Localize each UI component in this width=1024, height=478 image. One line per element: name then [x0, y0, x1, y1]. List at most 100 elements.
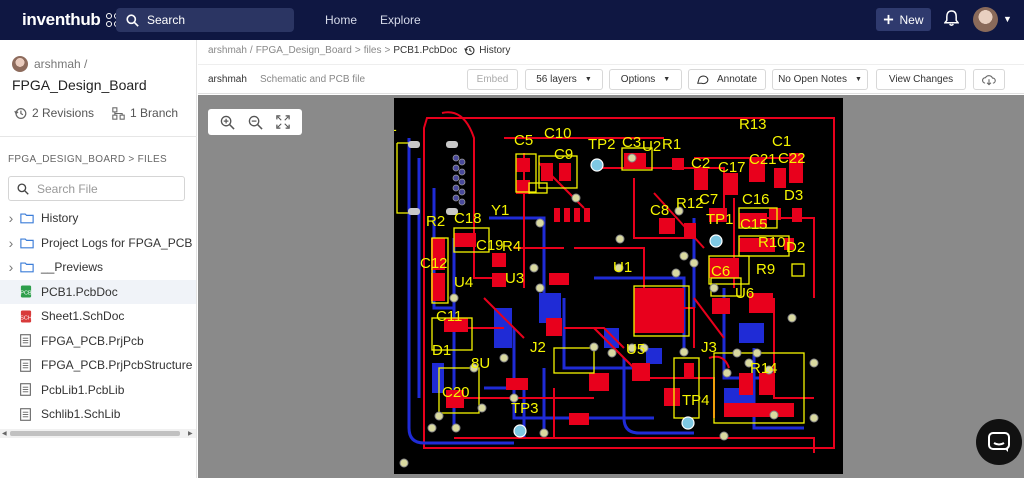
- file-tree-item-label: Project Logs for FPGA_PCB: [41, 235, 193, 250]
- pcb-designator-label: C22: [778, 150, 806, 167]
- files-breadcrumb: FPGA_DESIGN_BOARD > FILES: [8, 154, 167, 165]
- file-tree-item[interactable]: FPGA_PCB.PrjPcb: [0, 329, 196, 354]
- revisions-label: 2 Revisions: [32, 106, 95, 120]
- new-button[interactable]: New: [876, 8, 931, 31]
- branches-link[interactable]: 1 Branch: [112, 106, 178, 120]
- view-changes-button[interactable]: View Changes: [876, 69, 966, 90]
- pcb-designator-label: C16: [742, 191, 770, 208]
- breadcrumb-current-file: PCB1.PcbDoc: [393, 45, 458, 56]
- pcb-designator-label: C8: [650, 202, 669, 219]
- file-tree-item-label: FPGA_PCB.PrjPcbStructure: [41, 358, 193, 373]
- file-search-placeholder: Search File: [37, 181, 98, 196]
- pcb-viewer[interactable]: J1C5C10TP2C3U2R1R13C1C9C2C17C21C22D3C7C1…: [198, 95, 1024, 478]
- file-tree-item[interactable]: Schlib1.SchLib: [0, 402, 196, 427]
- file-tree-item[interactable]: › Project Logs for FPGA_PCB: [0, 231, 196, 256]
- pcb-via: [571, 193, 581, 203]
- document-icon: [20, 407, 34, 421]
- file-tree-item[interactable]: FPGA_PCB.PrjPcbStructure: [0, 353, 196, 378]
- pcb-designator-label: U6: [735, 285, 754, 302]
- pcb-designator-label: U5: [626, 341, 645, 358]
- support-chat-button[interactable]: [976, 419, 1022, 465]
- pcb-via: [539, 428, 549, 438]
- pcb-via: [689, 258, 699, 268]
- pcb-designator-label: C5: [514, 132, 533, 149]
- pcb-via: [477, 403, 487, 413]
- breadcrumb-repo[interactable]: FPGA_Design_Board: [256, 45, 352, 56]
- chevron-right-icon[interactable]: ›: [2, 210, 20, 226]
- pcb-designator-label: R2: [426, 213, 445, 230]
- pcb-via: [535, 218, 545, 228]
- annotate-button[interactable]: Annotate: [688, 69, 766, 90]
- file-description: Schematic and PCB file: [260, 74, 366, 85]
- file-tree-item-label: __Previews: [41, 260, 104, 275]
- pcb-designator-label: J3: [701, 339, 717, 356]
- repository-sidebar: arshmah / FPGA_Design_Board 2 Revisions …: [0, 40, 197, 478]
- file-tree-item-label: FPGA_PCB.PrjPcb: [41, 333, 144, 348]
- pcb-via: [535, 283, 545, 293]
- branches-label: 1 Branch: [130, 106, 179, 120]
- pcb-via: [427, 423, 437, 433]
- scroll-right-icon[interactable]: ▶: [188, 430, 193, 437]
- pcb-designator-label: R12: [676, 195, 704, 212]
- zoom-out-icon[interactable]: [248, 115, 263, 130]
- file-toolbar: arshmah Schematic and PCB file Embed 56 …: [198, 64, 1024, 94]
- pcb-layout-render[interactable]: J1C5C10TP2C3U2R1R13C1C9C2C17C21C22D3C7C1…: [394, 98, 843, 474]
- chevron-right-icon[interactable]: ›: [2, 235, 20, 251]
- breadcrumb: arshmah / FPGA_Design_Board > files > PCB1.…: [208, 45, 511, 56]
- pcb-designator-label: U4: [454, 274, 473, 291]
- pcb-via: [679, 251, 689, 261]
- pcb-designator-label: TP3: [511, 400, 539, 417]
- history-icon: [464, 45, 475, 56]
- breadcrumb-owner[interactable]: arshmah: [208, 45, 247, 56]
- search-icon: [17, 182, 29, 195]
- pcb-via: [679, 347, 689, 357]
- file-search-input[interactable]: Search File: [8, 176, 185, 201]
- pcb-designator-label: C6: [711, 263, 730, 280]
- file-history-link[interactable]: History: [464, 45, 510, 56]
- breadcrumb-files[interactable]: files: [364, 45, 382, 56]
- global-search-button[interactable]: Search: [116, 8, 294, 32]
- pcb-designator-label: C3: [622, 134, 641, 151]
- notes-dropdown[interactable]: No Open Notes ▼: [772, 69, 868, 90]
- folder-icon: [20, 212, 34, 224]
- pcb-designator-label: R9: [756, 261, 775, 278]
- pcb-designator-label: Y1: [491, 202, 509, 219]
- pcb-via: [722, 368, 732, 378]
- pcb-designator-label: U1: [613, 259, 632, 276]
- fit-to-screen-icon[interactable]: [275, 115, 290, 129]
- pcb-via: [627, 153, 637, 163]
- user-avatar[interactable]: [973, 7, 998, 32]
- scroll-left-icon[interactable]: ◀: [2, 430, 7, 437]
- file-tree-item[interactable]: › History: [0, 206, 196, 231]
- top-navigation-bar: inventhub Search Home Explore New ▼: [0, 0, 1024, 40]
- file-tree-item[interactable]: SCH Sheet1.SchDoc: [0, 304, 196, 329]
- sidebar-horizontal-scrollbar[interactable]: ◀ ▶: [0, 429, 196, 438]
- folder-icon: [20, 237, 34, 249]
- options-dropdown[interactable]: Options ▼: [609, 69, 682, 90]
- repo-title[interactable]: FPGA_Design_Board: [12, 77, 147, 93]
- embed-button[interactable]: Embed: [467, 69, 518, 90]
- file-tree-item[interactable]: PCB PCB1.PcbDoc: [0, 279, 196, 304]
- file-owner[interactable]: arshmah: [208, 74, 247, 85]
- file-tree-item[interactable]: PcbLib1.PcbLib: [0, 378, 196, 403]
- pcb-designator-label: C18: [454, 210, 482, 227]
- chat-icon: [988, 432, 1010, 452]
- file-tree-item[interactable]: › __Previews: [0, 255, 196, 280]
- scrollbar-thumb[interactable]: [10, 431, 180, 436]
- pcb-designator-label: C21: [749, 151, 777, 168]
- nav-explore-link[interactable]: Explore: [380, 13, 421, 27]
- repo-owner[interactable]: arshmah /: [12, 56, 87, 72]
- history-label: History: [479, 45, 511, 56]
- zoom-in-icon[interactable]: [220, 115, 235, 130]
- revisions-link[interactable]: 2 Revisions: [14, 106, 94, 120]
- notifications-bell-icon[interactable]: [943, 10, 960, 30]
- inventhub-logo[interactable]: inventhub: [22, 10, 120, 30]
- pcb-designator-label: J1: [394, 118, 397, 135]
- pcb-via: [529, 263, 539, 273]
- nav-home-link[interactable]: Home: [325, 13, 357, 27]
- download-button[interactable]: [973, 69, 1005, 90]
- chevron-right-icon[interactable]: ›: [2, 259, 20, 275]
- schematic-file-icon: SCH: [20, 310, 34, 323]
- layers-dropdown[interactable]: 56 layers ▼: [525, 69, 603, 90]
- chevron-down-icon[interactable]: ▼: [1003, 14, 1012, 24]
